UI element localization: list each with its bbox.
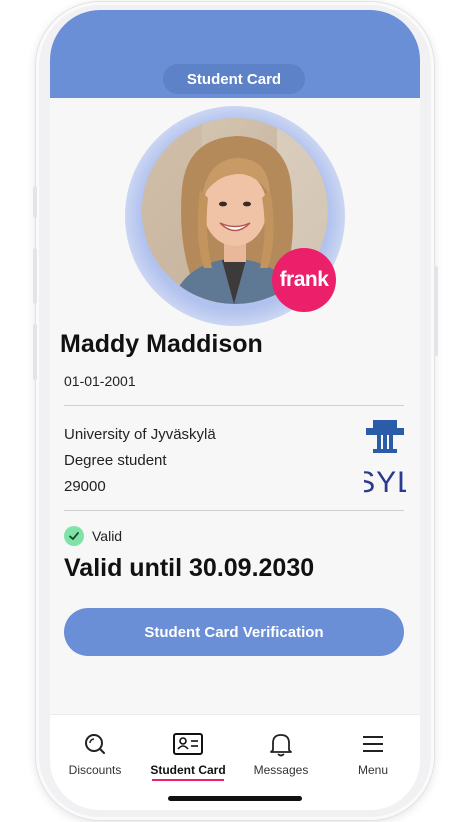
syl-logo-text: SYL	[364, 466, 406, 496]
divider	[64, 405, 404, 406]
nav-label-messages: Messages	[253, 763, 309, 777]
syl-logo: SYL	[364, 420, 406, 496]
mute-switch	[33, 186, 37, 218]
nav-label-menu: Menu	[357, 763, 389, 777]
student-status: Degree student	[64, 452, 167, 469]
bell-icon	[266, 729, 296, 759]
app-header: Student Card	[50, 10, 420, 98]
page-title: Student Card	[163, 64, 305, 94]
student-name: Maddy Maddison	[60, 330, 263, 358]
hamburger-icon	[358, 729, 388, 759]
power-button	[434, 266, 438, 356]
student-card-icon	[173, 729, 203, 759]
nav-item-discounts[interactable]: Discounts	[50, 729, 140, 777]
active-tab-indicator	[152, 779, 224, 781]
volume-down-button	[33, 324, 37, 380]
home-indicator[interactable]	[168, 796, 302, 801]
valid-until-date: Valid until 30.09.2030	[64, 554, 315, 582]
valid-status-label: Valid	[92, 528, 123, 544]
university-info: University of Jyväskylä Degree student 2…	[64, 422, 216, 500]
frank-logo-badge: frank	[272, 248, 336, 312]
nav-item-student-card[interactable]: Student Card	[143, 729, 233, 781]
discounts-icon	[80, 729, 110, 759]
nav-label-discounts: Discounts	[68, 763, 122, 777]
birth-date: 01-01-2001	[64, 373, 136, 389]
nav-item-messages[interactable]: Messages	[236, 729, 326, 777]
university-name: University of Jyväskylä	[64, 426, 216, 443]
nav-label-student-card: Student Card	[150, 763, 226, 777]
valid-status-row: Valid	[64, 526, 122, 546]
app-screen: Student Card frank Maddy Maddison 01-01-…	[50, 10, 420, 810]
student-card-verification-button[interactable]: Student Card Verification	[64, 608, 404, 656]
divider	[64, 510, 404, 511]
nav-item-menu[interactable]: Menu	[328, 729, 418, 777]
volume-up-button	[33, 248, 37, 304]
check-icon	[64, 526, 84, 546]
student-number: 29000	[64, 478, 106, 495]
